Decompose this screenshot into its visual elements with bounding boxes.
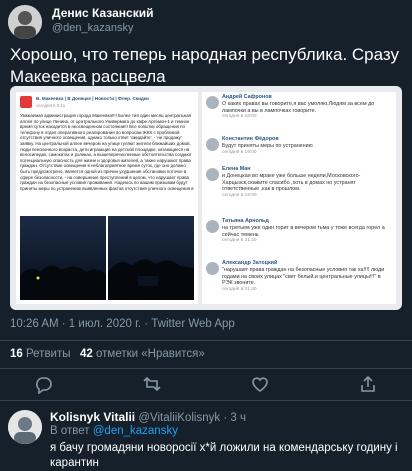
retweet-icon bbox=[143, 376, 161, 392]
divider bbox=[0, 400, 412, 401]
commenter-avatar bbox=[206, 168, 219, 181]
comment-text: и Донецкая во мраке уже больше недели,Мо… bbox=[222, 172, 361, 193]
night-photo-left bbox=[20, 216, 106, 300]
comment-time: сегодня в 21:20 bbox=[222, 238, 257, 244]
reply-author-avatar[interactable] bbox=[8, 410, 42, 444]
reply-prefix: В ответ bbox=[50, 425, 90, 437]
divider bbox=[0, 340, 412, 341]
vk-post-date: сегодня в 9:41 bbox=[36, 103, 66, 108]
comment-time: сегодня в 19:00 bbox=[222, 193, 257, 199]
commenter-name: Андрей Сафронов bbox=[222, 94, 272, 100]
likes-label: отметки «Нравится» bbox=[96, 348, 205, 360]
commenter-avatar bbox=[206, 220, 219, 233]
vk-post-body: Уважаемая администрация города Макеевка!… bbox=[20, 113, 194, 191]
comment-time: сегодня в 19:00 bbox=[222, 149, 257, 155]
reply-to-link[interactable]: @den_kazansky bbox=[93, 425, 178, 437]
comment-text: О каких правах вы говорите,я вас умоляю,… bbox=[222, 100, 375, 114]
commenter-name: Александр Затоцкий bbox=[222, 260, 278, 266]
author-handle[interactable]: @den_kazansky bbox=[52, 22, 134, 34]
vk-comment: Константин Фёдоров Будут приняты меры по… bbox=[202, 136, 396, 160]
reply-author-name[interactable]: Kolisnyk Vitalii bbox=[50, 410, 135, 424]
likes-stat[interactable]: 42 отметки «Нравится» bbox=[80, 348, 205, 360]
comment-text: Будут приняты меры по устранению bbox=[222, 142, 313, 149]
comment-time: сегодня в 18:00 bbox=[222, 114, 257, 120]
vk-comments: Андрей Сафронов О каких правах вы говори… bbox=[202, 92, 396, 304]
avatar-image bbox=[8, 410, 42, 444]
author-avatar[interactable] bbox=[8, 5, 42, 39]
likes-count: 42 bbox=[80, 348, 93, 360]
comment-time: сегодня в 21:40 bbox=[222, 287, 257, 293]
retweets-label: Ретвиты bbox=[26, 348, 71, 360]
vk-group-logo bbox=[20, 96, 32, 108]
avatar-image bbox=[8, 5, 42, 39]
vk-comment: Андрей Сафронов О каких правах вы говори… bbox=[202, 94, 396, 134]
like-button[interactable] bbox=[250, 374, 270, 394]
retweets-count: 16 bbox=[10, 348, 23, 360]
reply-context: В ответ @den_kazansky bbox=[50, 425, 178, 437]
commenter-avatar bbox=[206, 262, 219, 275]
reply-icon bbox=[36, 377, 52, 395]
vk-comment: Александр Затоцкий "нарушает права гражд… bbox=[202, 260, 396, 304]
divider bbox=[0, 368, 412, 369]
reply-author-handle[interactable]: @VitaliiKolisnyk bbox=[138, 412, 220, 424]
commenter-name: Татьяна Арнольд bbox=[222, 218, 269, 224]
retweets-stat[interactable]: 16 Ретвиты bbox=[10, 348, 71, 360]
reply-header: Kolisnyk Vitalii @VitaliiKolisnyk · 3 ч bbox=[50, 410, 246, 424]
tweet-timestamp[interactable]: 10:26 AM · 1 июл. 2020 г. · Twitter Web … bbox=[10, 318, 235, 330]
commenter-avatar bbox=[206, 96, 219, 109]
commenter-avatar bbox=[206, 138, 219, 151]
night-photo-right bbox=[108, 216, 194, 300]
comment-text: "нарушает права граждан на безопасные ус… bbox=[222, 266, 385, 287]
reply-button[interactable] bbox=[34, 374, 54, 395]
vk-post: В. Макеевка | В Донецке | Новости | Флер… bbox=[16, 92, 198, 304]
share-icon bbox=[361, 375, 375, 392]
vk-comment: Татьяна Арнольд на третьем уже один гори… bbox=[202, 218, 396, 258]
share-button[interactable] bbox=[358, 374, 378, 394]
vk-post-header: В. Макеевка | В Донецке | Новости | Флер… bbox=[36, 96, 149, 101]
tweet-text: Хорошо, что теперь народная республика. … bbox=[10, 45, 399, 86]
embedded-image[interactable]: В. Макеевка | В Донецке | Новости | Флер… bbox=[10, 86, 402, 310]
author-name[interactable]: Денис Казанский bbox=[52, 6, 153, 20]
comment-text: на третьем уже один горит в вечером тьма… bbox=[222, 224, 385, 238]
commenter-name: Елена Ман bbox=[222, 166, 251, 172]
commenter-name: Константин Фёдоров bbox=[222, 136, 279, 142]
retweet-button[interactable] bbox=[142, 374, 162, 394]
like-icon bbox=[252, 377, 268, 392]
vk-comment: Елена Ман и Донецкая во мраке уже больше… bbox=[202, 166, 396, 218]
reply-time[interactable]: 3 ч bbox=[230, 412, 246, 424]
